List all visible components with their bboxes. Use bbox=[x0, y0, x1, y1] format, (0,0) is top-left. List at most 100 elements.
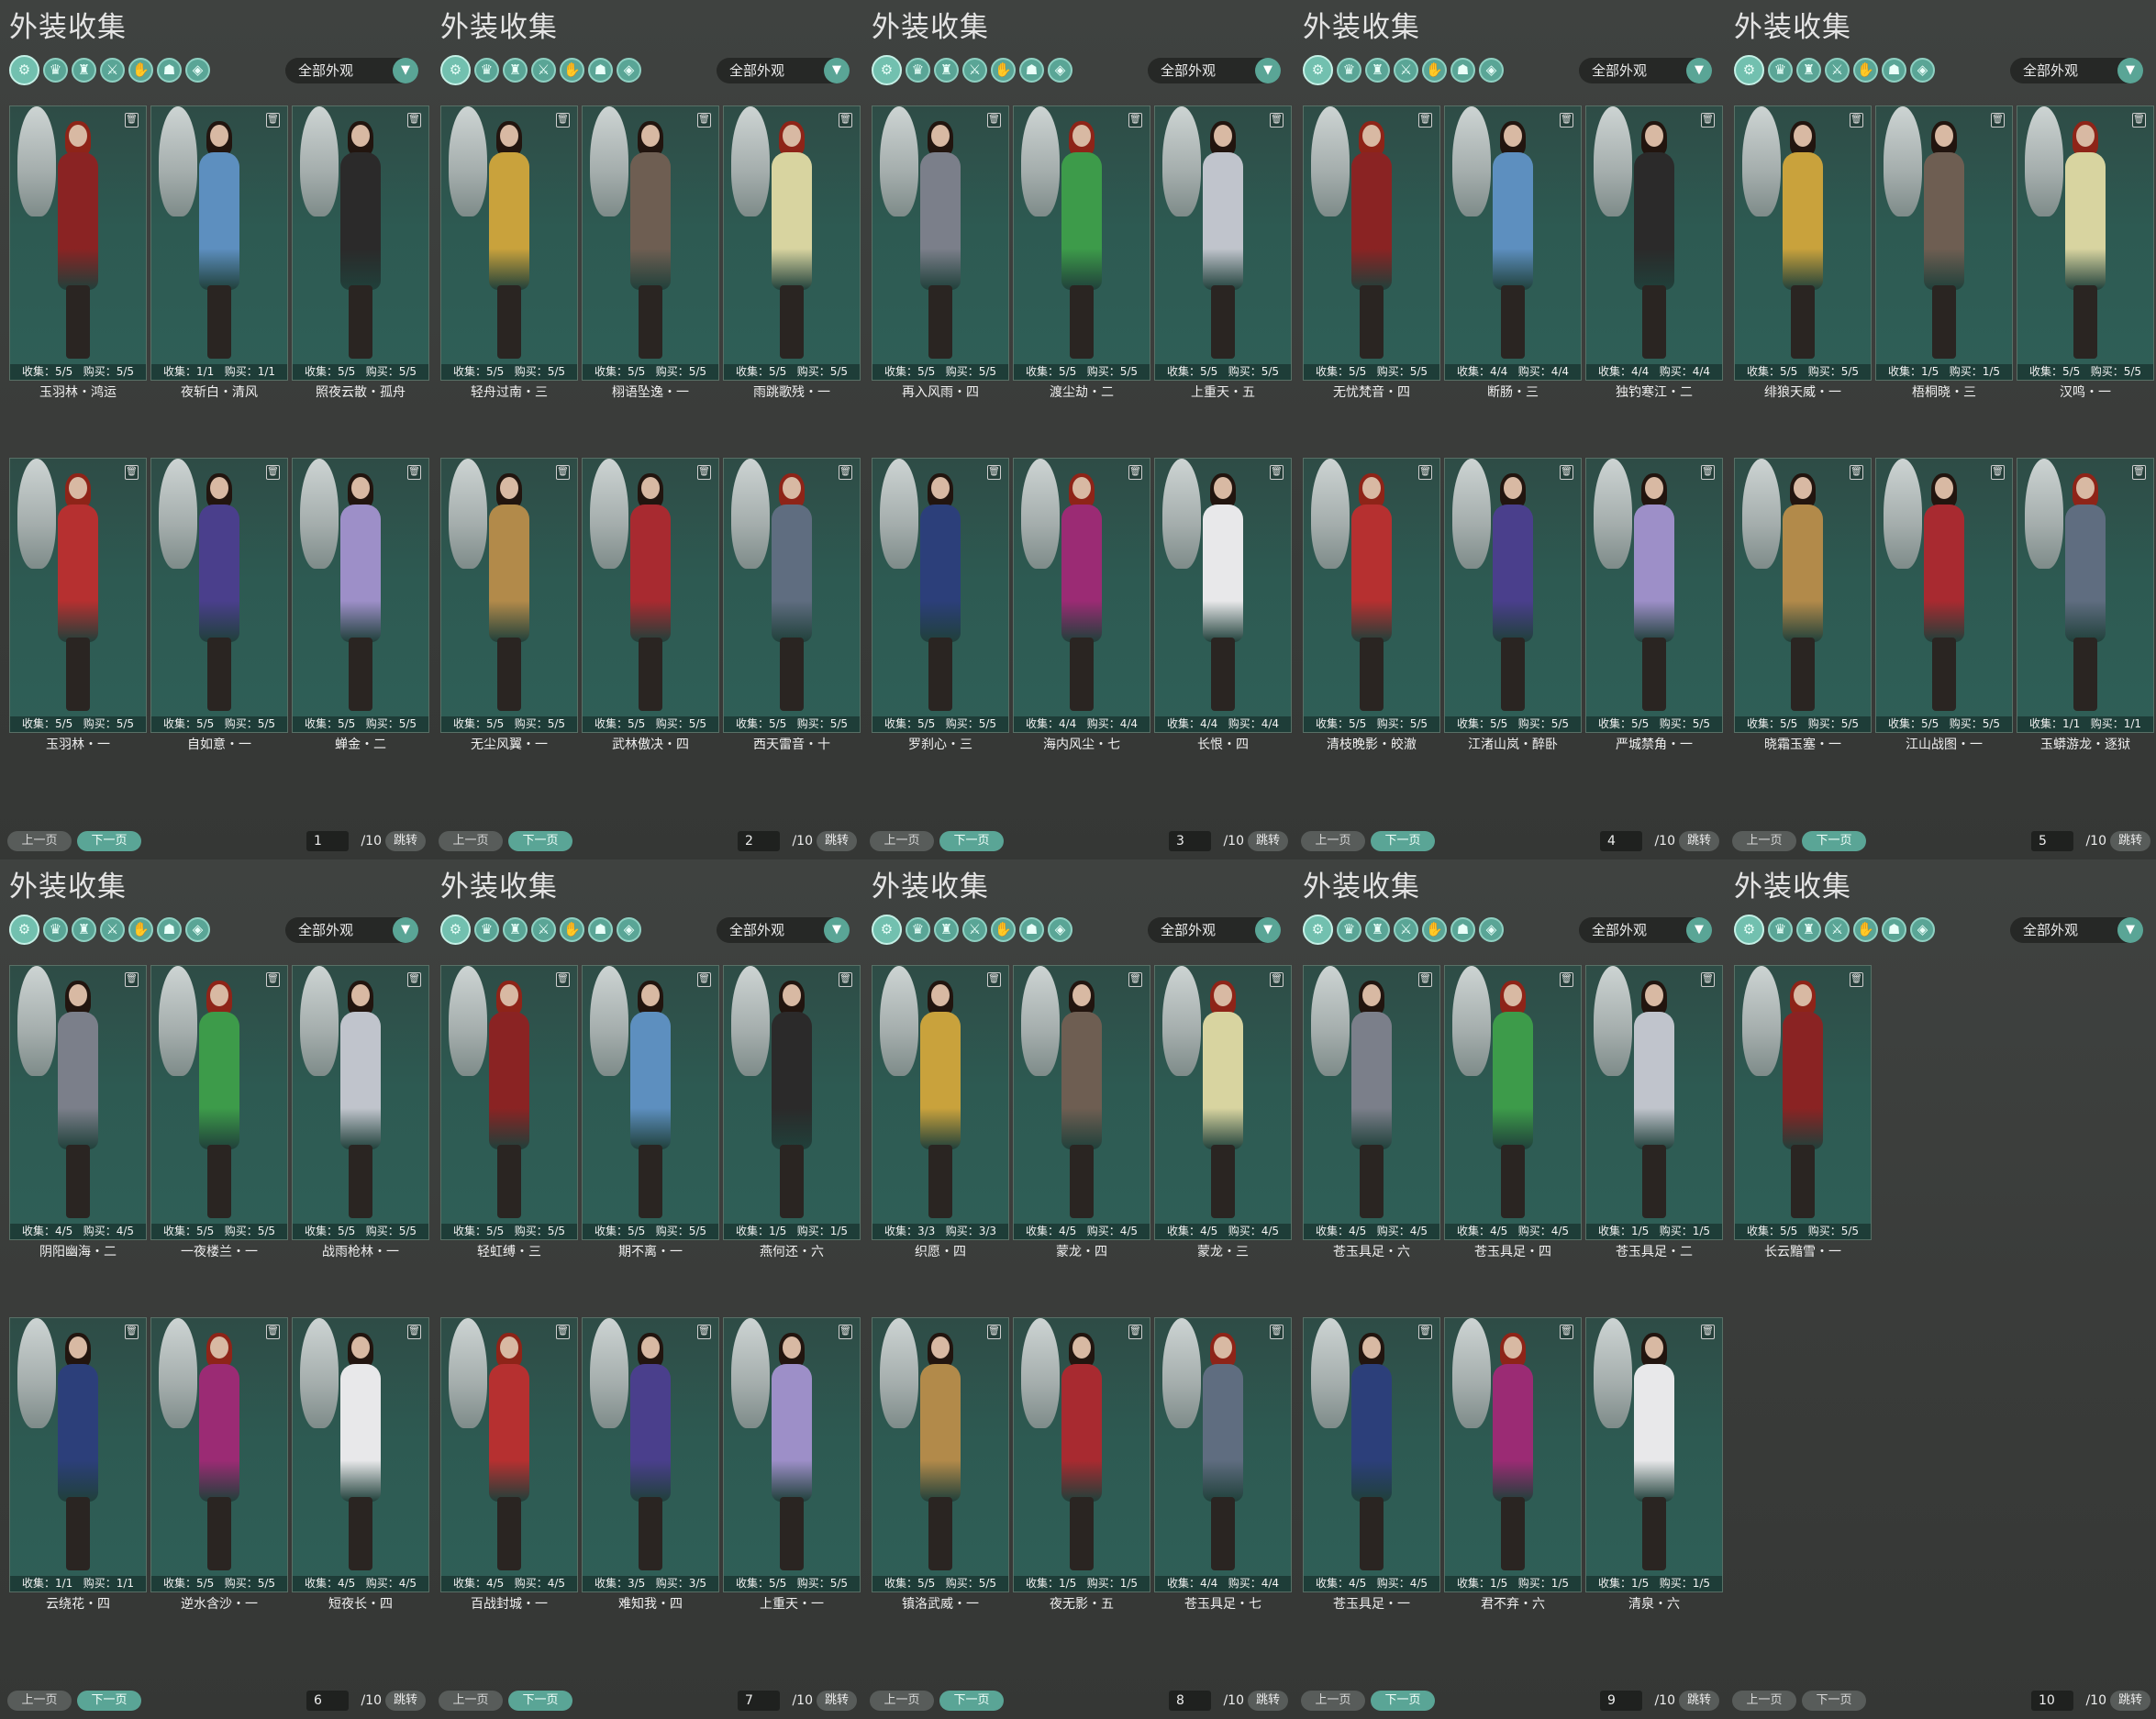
feet-icon[interactable]: ☗ bbox=[157, 58, 182, 83]
feet-icon[interactable]: ☗ bbox=[1019, 917, 1044, 942]
outfit-card[interactable]: 🗑 收集：5/5 购买：5/5 bbox=[1734, 965, 1872, 1240]
waist-icon[interactable]: ⚔ bbox=[1825, 917, 1850, 942]
outfit-card[interactable]: 🗑 收集：4/4 购买：4/4 bbox=[1154, 1317, 1292, 1592]
outfit-card[interactable]: 🗑 收集：4/4 购买：4/4 bbox=[1585, 105, 1723, 381]
waist-icon[interactable]: ⚔ bbox=[531, 58, 556, 83]
head-icon[interactable]: ♛ bbox=[1768, 917, 1793, 942]
cloak-icon[interactable]: ◈ bbox=[1910, 58, 1935, 83]
outfit-card[interactable]: 🗑 收集：5/5 购买：5/5 bbox=[150, 965, 288, 1240]
trash-icon[interactable]: 🗑 bbox=[1701, 113, 1715, 128]
trash-icon[interactable]: 🗑 bbox=[1270, 465, 1284, 480]
trash-icon[interactable]: 🗑 bbox=[1560, 465, 1573, 480]
waist-icon[interactable]: ⚔ bbox=[962, 58, 987, 83]
outfit-card[interactable]: 🗑 收集：5/5 购买：5/5 bbox=[1303, 458, 1440, 733]
outfit-card[interactable]: 🗑 收集：5/5 购买：5/5 bbox=[1444, 458, 1582, 733]
all-icon[interactable]: ⚙ bbox=[1303, 915, 1333, 945]
appearance-filter-select[interactable]: 全部外观 ▼ bbox=[2010, 58, 2143, 83]
outfit-card[interactable]: 🗑 收集：5/5 购买：5/5 bbox=[582, 105, 719, 381]
trash-icon[interactable]: 🗑 bbox=[1560, 113, 1573, 128]
feet-icon[interactable]: ☗ bbox=[157, 917, 182, 942]
chevron-down-icon[interactable]: ▼ bbox=[2117, 917, 2143, 943]
prev-page-button[interactable]: 上一页 bbox=[439, 1691, 503, 1711]
head-icon[interactable]: ♛ bbox=[1768, 58, 1793, 83]
trash-icon[interactable]: 🗑 bbox=[556, 972, 570, 987]
trash-icon[interactable]: 🗑 bbox=[839, 1325, 852, 1339]
trash-icon[interactable]: 🗑 bbox=[1701, 465, 1715, 480]
trash-icon[interactable]: 🗑 bbox=[407, 1325, 421, 1339]
hand-icon[interactable]: ✋ bbox=[560, 917, 584, 942]
trash-icon[interactable]: 🗑 bbox=[1128, 972, 1142, 987]
next-page-button[interactable]: 下一页 bbox=[939, 831, 1004, 851]
waist-icon[interactable]: ⚔ bbox=[962, 917, 987, 942]
next-page-button[interactable]: 下一页 bbox=[1802, 1691, 1866, 1711]
jump-button[interactable]: 跳转 bbox=[385, 831, 426, 851]
chevron-down-icon[interactable]: ▼ bbox=[824, 917, 850, 943]
trash-icon[interactable]: 🗑 bbox=[1850, 465, 1863, 480]
outfit-card[interactable]: 🗑 收集：4/5 购买：4/5 bbox=[1303, 1317, 1440, 1592]
trash-icon[interactable]: 🗑 bbox=[697, 972, 711, 987]
prev-page-button[interactable]: 上一页 bbox=[1301, 1691, 1365, 1711]
feet-icon[interactable]: ☗ bbox=[588, 58, 613, 83]
all-icon[interactable]: ⚙ bbox=[1734, 55, 1764, 85]
outfit-card[interactable]: 🗑 收集：1/5 购买：1/5 bbox=[1444, 1317, 1582, 1592]
feet-icon[interactable]: ☗ bbox=[1019, 58, 1044, 83]
trash-icon[interactable]: 🗑 bbox=[987, 1325, 1001, 1339]
next-page-button[interactable]: 下一页 bbox=[77, 831, 141, 851]
hand-icon[interactable]: ✋ bbox=[1422, 58, 1447, 83]
all-icon[interactable]: ⚙ bbox=[9, 915, 39, 945]
outfit-card[interactable]: 🗑 收集：3/5 购买：3/5 bbox=[582, 1317, 719, 1592]
prev-page-button[interactable]: 上一页 bbox=[439, 831, 503, 851]
trash-icon[interactable]: 🗑 bbox=[266, 1325, 280, 1339]
top-icon[interactable]: ♜ bbox=[1796, 58, 1821, 83]
next-page-button[interactable]: 下一页 bbox=[939, 1691, 1004, 1711]
trash-icon[interactable]: 🗑 bbox=[1850, 972, 1863, 987]
trash-icon[interactable]: 🗑 bbox=[407, 113, 421, 128]
trash-icon[interactable]: 🗑 bbox=[987, 972, 1001, 987]
feet-icon[interactable]: ☗ bbox=[1450, 917, 1475, 942]
top-icon[interactable]: ♜ bbox=[1796, 917, 1821, 942]
all-icon[interactable]: ⚙ bbox=[872, 55, 902, 85]
page-number-input[interactable]: 2 bbox=[738, 831, 780, 851]
appearance-filter-select[interactable]: 全部外观 ▼ bbox=[1148, 58, 1281, 83]
hand-icon[interactable]: ✋ bbox=[128, 58, 153, 83]
trash-icon[interactable]: 🗑 bbox=[1128, 1325, 1142, 1339]
jump-button[interactable]: 跳转 bbox=[1248, 831, 1288, 851]
cloak-icon[interactable]: ◈ bbox=[617, 917, 641, 942]
outfit-card[interactable]: 🗑 收集：1/5 购买：1/5 bbox=[723, 965, 861, 1240]
appearance-filter-select[interactable]: 全部外观 ▼ bbox=[2010, 917, 2143, 943]
outfit-card[interactable]: 🗑 收集：5/5 购买：5/5 bbox=[9, 458, 147, 733]
top-icon[interactable]: ♜ bbox=[934, 917, 959, 942]
waist-icon[interactable]: ⚔ bbox=[100, 58, 125, 83]
jump-button[interactable]: 跳转 bbox=[1679, 1691, 1719, 1711]
trash-icon[interactable]: 🗑 bbox=[1991, 113, 2005, 128]
outfit-card[interactable]: 🗑 收集：4/5 购买：4/5 bbox=[9, 965, 147, 1240]
jump-button[interactable]: 跳转 bbox=[2110, 1691, 2150, 1711]
page-number-input[interactable]: 9 bbox=[1600, 1691, 1642, 1711]
trash-icon[interactable]: 🗑 bbox=[1701, 972, 1715, 987]
waist-icon[interactable]: ⚔ bbox=[1394, 917, 1418, 942]
outfit-card[interactable]: 🗑 收集：5/5 购买：5/5 bbox=[1013, 105, 1150, 381]
outfit-card[interactable]: 🗑 收集：4/5 购买：4/5 bbox=[1444, 965, 1582, 1240]
outfit-card[interactable]: 🗑 收集：1/5 购买：1/5 bbox=[1585, 965, 1723, 1240]
head-icon[interactable]: ♛ bbox=[906, 58, 930, 83]
trash-icon[interactable]: 🗑 bbox=[407, 465, 421, 480]
prev-page-button[interactable]: 上一页 bbox=[1301, 831, 1365, 851]
outfit-card[interactable]: 🗑 收集：5/5 购买：5/5 bbox=[1154, 105, 1292, 381]
page-number-input[interactable]: 7 bbox=[738, 1691, 780, 1711]
cloak-icon[interactable]: ◈ bbox=[185, 58, 210, 83]
next-page-button[interactable]: 下一页 bbox=[1371, 831, 1435, 851]
trash-icon[interactable]: 🗑 bbox=[266, 465, 280, 480]
trash-icon[interactable]: 🗑 bbox=[266, 113, 280, 128]
cloak-icon[interactable]: ◈ bbox=[185, 917, 210, 942]
head-icon[interactable]: ♛ bbox=[906, 917, 930, 942]
all-icon[interactable]: ⚙ bbox=[1734, 915, 1764, 945]
trash-icon[interactable]: 🗑 bbox=[987, 465, 1001, 480]
chevron-down-icon[interactable]: ▼ bbox=[1255, 917, 1281, 943]
waist-icon[interactable]: ⚔ bbox=[100, 917, 125, 942]
trash-icon[interactable]: 🗑 bbox=[407, 972, 421, 987]
appearance-filter-select[interactable]: 全部外观 ▼ bbox=[717, 917, 850, 943]
trash-icon[interactable]: 🗑 bbox=[1418, 113, 1432, 128]
outfit-card[interactable]: 🗑 收集：5/5 购买：5/5 bbox=[1875, 458, 2013, 733]
appearance-filter-select[interactable]: 全部外观 ▼ bbox=[717, 58, 850, 83]
trash-icon[interactable]: 🗑 bbox=[556, 1325, 570, 1339]
